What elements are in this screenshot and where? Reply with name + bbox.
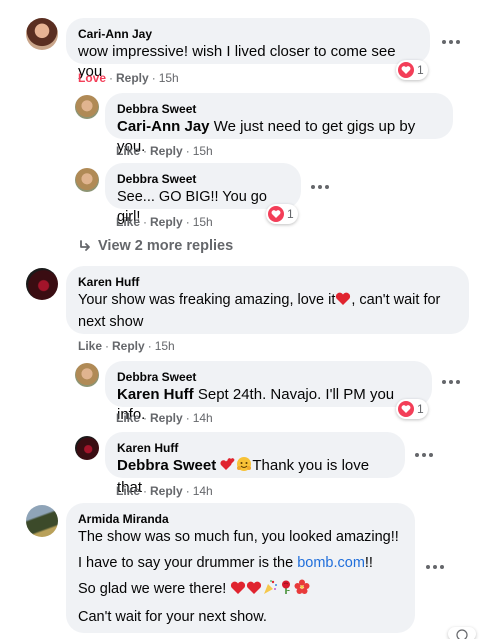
comment-line-4: Can't wait for your next show. [78,609,267,625]
reaction-icon [456,629,468,639]
reaction-summary[interactable]: 1 [266,204,298,224]
avatar[interactable] [26,268,58,300]
timestamp[interactable]: 15h [193,144,213,158]
comment-body-cont: , can't wait for [351,292,441,308]
comment-bubble: Debbra Sweet Karen Huff Sept 24th. Navaj… [105,361,432,423]
more-options-icon[interactable] [421,559,449,575]
reaction-count: 1 [417,402,424,416]
heart-reaction-icon [268,206,284,222]
comment-bubble: Armida Miranda The show was so much fun,… [66,503,415,633]
comment-text: Your show was freaking amazing, love it,… [78,290,457,332]
reaction-count: 1 [287,207,294,221]
comment-author[interactable]: Karen Huff [117,440,393,456]
comment-author[interactable]: Armida Miranda [78,511,403,527]
comment-bubble: Karen Huff Debbra Sweet Thank you is lov… [105,432,405,496]
avatar[interactable] [75,168,99,192]
comment-author[interactable]: Karen Huff [78,274,457,290]
comment-actions: Like · Reply · 14h [116,411,213,425]
more-options-icon[interactable] [410,447,438,463]
comment-actions: Like · Reply · 15h [78,339,175,353]
reply-action[interactable]: Reply [112,339,145,353]
heart-reaction-icon [398,401,414,417]
confetti-emoji [262,579,278,601]
reply-action[interactable]: Reply [116,71,149,85]
avatar[interactable] [75,436,99,460]
like-action[interactable]: Like [78,339,102,353]
comment-body: Your show was freaking amazing, love it [78,292,336,308]
reply-action[interactable]: Reply [150,144,183,158]
like-action[interactable]: Like [116,215,140,229]
heart-emoji [246,581,262,601]
timestamp[interactable]: 14h [193,411,213,425]
comment-author[interactable]: Debbra Sweet [117,101,441,117]
comment-author[interactable]: Debbra Sweet [117,171,289,187]
timestamp[interactable]: 15h [155,339,175,353]
comment-bubble: Debbra Sweet See... GO BIG!! You go girl… [105,163,301,225]
timestamp[interactable]: 15h [159,71,179,85]
like-action[interactable]: Like [116,411,140,425]
comment-bubble: Cari-Ann Jay wow impressive! wish I live… [66,18,430,80]
more-options-icon[interactable] [437,34,465,50]
hugging-emoji [236,456,252,478]
mention-link[interactable]: Cari-Ann Jay [117,118,210,135]
more-options-icon[interactable] [437,374,465,390]
comment-actions: Like · Reply · 15h [116,144,213,158]
comment-body: I have to say your drummer is the [78,555,298,571]
kissing-hearts-emoji [220,456,236,478]
comment-author[interactable]: Debbra Sweet [117,369,420,385]
like-action[interactable]: Like [116,144,140,158]
bomb-com-link[interactable]: bomb.com [297,555,365,571]
love-action[interactable]: Love [78,71,106,85]
reaction-summary-partial[interactable] [448,627,476,639]
comment-line-3: So glad we were there! [78,579,403,601]
avatar[interactable] [75,95,99,119]
reply-action[interactable]: Reply [150,411,183,425]
reply-action[interactable]: Reply [150,484,183,498]
comment-bubble: Karen Huff Your show was freaking amazin… [66,266,469,334]
timestamp[interactable]: 14h [193,484,213,498]
comment-body-suffix: !! [364,555,373,571]
comment-line-1: The show was so much fun, you looked ama… [78,529,399,545]
timestamp[interactable]: 15h [193,215,213,229]
view-more-label: View 2 more replies [98,238,234,254]
comment-actions: Like · Reply · 14h [116,484,213,498]
comment-actions: Love · Reply · 15h [78,71,179,85]
comment-line-2: I have to say your drummer is the bomb.c… [78,553,403,573]
heart-emoji [230,581,246,601]
heart-emoji [335,292,351,312]
reaction-count: 1 [417,63,424,77]
avatar[interactable] [26,18,58,50]
avatar[interactable] [26,505,58,537]
comment-author[interactable]: Cari-Ann Jay [78,26,418,42]
comment-body-line2: next show [78,314,144,330]
hibiscus-emoji [294,579,310,601]
comment-body: So glad we were there! [78,581,227,597]
heart-reaction-icon [398,62,414,78]
mention-link[interactable]: Karen Huff [117,386,194,403]
mention-link[interactable]: Debbra Sweet [117,457,216,474]
reaction-summary[interactable]: 1 [396,399,428,419]
more-options-icon[interactable] [306,179,334,195]
comment-bubble: Debbra Sweet Cari-Ann Jay We just need t… [105,93,453,155]
rose-emoji [278,579,294,601]
avatar[interactable] [75,363,99,387]
reaction-summary[interactable]: 1 [396,60,428,80]
like-action[interactable]: Like [116,484,140,498]
view-more-replies-button[interactable]: View 2 more replies [78,236,233,256]
reply-arrow-icon [80,240,90,251]
comment-actions: Like · Reply · 15h [116,215,213,229]
reply-action[interactable]: Reply [150,215,183,229]
